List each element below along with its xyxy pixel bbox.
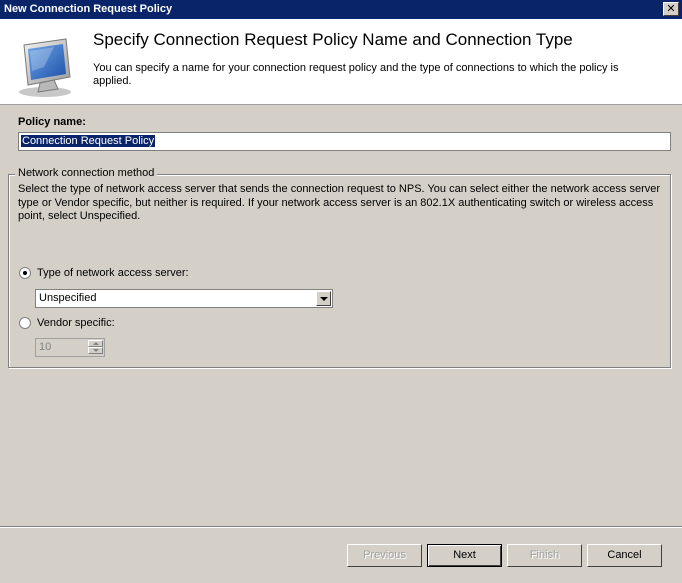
stepper-up-icon[interactable] [88, 340, 103, 347]
vendor-specific-value: 10 [39, 341, 52, 353]
window-title: New Connection Request Policy [4, 3, 173, 15]
vendor-specific-label: Vendor specific: [37, 317, 115, 329]
monitor-icon [19, 38, 71, 97]
policy-name-label: Policy name: [18, 116, 86, 128]
connection-method-description: Select the type of network access server… [18, 183, 661, 222]
cancel-button[interactable]: Cancel [587, 544, 662, 567]
server-type-select[interactable]: Unspecified [35, 289, 333, 308]
type-of-server-radio[interactable] [19, 267, 31, 279]
vendor-specific-option[interactable]: Vendor specific: [19, 317, 115, 329]
stepper-down-icon[interactable] [88, 347, 103, 354]
vendor-specific-stepper[interactable]: 10 [35, 338, 105, 357]
title-bar: New Connection Request Policy ✕ [0, 0, 682, 19]
finish-button[interactable]: Finish [507, 544, 582, 567]
connection-method-legend: Network connection method [15, 167, 158, 179]
chevron-down-icon[interactable] [316, 291, 331, 306]
policy-name-value: Connection Request Policy [21, 135, 156, 147]
page-description: You can specify a name for your connecti… [93, 62, 619, 87]
footer-divider [0, 526, 682, 528]
close-button[interactable]: ✕ [663, 2, 679, 16]
previous-button[interactable]: Previous [347, 544, 422, 567]
page-title: Specify Connection Request Policy Name a… [93, 30, 573, 49]
type-of-server-label: Type of network access server: [37, 267, 189, 279]
close-icon: ✕ [666, 3, 676, 15]
next-button[interactable]: Next [427, 544, 502, 567]
vendor-specific-radio[interactable] [19, 317, 31, 329]
type-of-server-option[interactable]: Type of network access server: [19, 267, 189, 279]
wizard-window: New Connection Request Policy ✕ Specify … [0, 0, 682, 583]
policy-name-input[interactable]: Connection Request Policy [18, 132, 671, 151]
stepper-buttons [88, 340, 103, 355]
wizard-header: Specify Connection Request Policy Name a… [0, 19, 682, 105]
server-type-value: Unspecified [39, 292, 97, 304]
